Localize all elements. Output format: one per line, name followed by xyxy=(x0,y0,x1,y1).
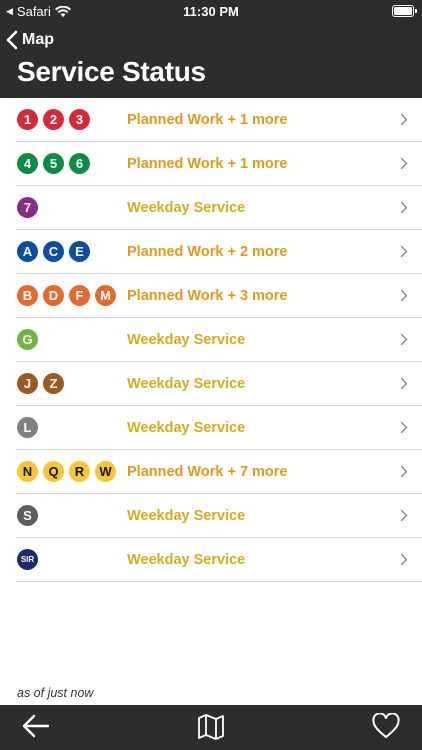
back-arrow-icon xyxy=(22,714,50,738)
chevron-right-icon xyxy=(400,113,408,126)
route-bullet-icon: S xyxy=(17,505,38,526)
chevron-right-icon xyxy=(400,157,408,170)
service-status-text: Weekday Service xyxy=(127,552,246,568)
route-bullets: BDFM xyxy=(17,285,116,306)
back-button-label: Map xyxy=(22,31,54,48)
line-status-row[interactable]: B D F M Planned Work + 3 more xyxy=(17,274,422,318)
line-status-row[interactable]: 7 Weekday Service xyxy=(17,186,422,230)
bottom-toolbar xyxy=(0,705,422,750)
line-status-row[interactable]: L Weekday Service xyxy=(17,406,422,450)
route-bullet-icon: M xyxy=(95,285,116,306)
line-status-row[interactable]: G Weekday Service xyxy=(17,318,422,362)
service-status-text: Weekday Service xyxy=(127,508,246,524)
route-bullet-icon: A xyxy=(17,241,38,262)
route-bullets: 456 xyxy=(17,153,90,174)
route-bullet-icon: N xyxy=(17,461,38,482)
line-status-row[interactable]: S Weekday Service xyxy=(17,494,422,538)
chevron-right-icon xyxy=(400,421,408,434)
route-bullet-icon: W xyxy=(95,461,116,482)
chevron-right-icon xyxy=(400,377,408,390)
route-bullet-icon: 3 xyxy=(69,109,90,130)
route-bullets: S xyxy=(17,505,38,526)
service-status-list: 1 2 3 Planned Work + 1 more 4 5 6 Planned Work … xyxy=(0,98,422,582)
route-bullets: ACE xyxy=(17,241,90,262)
service-status-text: Planned Work + 7 more xyxy=(127,464,288,480)
line-status-row[interactable]: 4 5 6 Planned Work + 1 more xyxy=(17,142,422,186)
service-status-text: Planned Work + 1 more xyxy=(127,156,288,172)
route-bullets: L xyxy=(17,417,38,438)
chevron-right-icon xyxy=(400,289,408,302)
route-bullet-icon: G xyxy=(17,329,38,350)
map-icon xyxy=(198,714,224,740)
heart-icon xyxy=(372,712,400,739)
route-bullets: G xyxy=(17,329,38,350)
chevron-right-icon xyxy=(400,553,408,566)
route-bullet-icon: D xyxy=(43,285,64,306)
chevron-left-icon xyxy=(6,30,18,50)
service-status-text: Weekday Service xyxy=(127,376,246,392)
line-status-row[interactable]: N Q R W Planned Work + 7 more xyxy=(17,450,422,494)
service-status-text: Planned Work + 2 more xyxy=(127,244,288,260)
route-bullet-icon: Z xyxy=(43,373,64,394)
chevron-right-icon xyxy=(400,245,408,258)
route-bullet-icon: R xyxy=(69,461,90,482)
route-bullet-icon: C xyxy=(43,241,64,262)
route-bullets: JZ xyxy=(17,373,64,394)
route-bullet-icon: 5 xyxy=(43,153,64,174)
route-bullet-icon: 7 xyxy=(17,197,38,218)
route-bullet-icon: 6 xyxy=(69,153,90,174)
line-status-row[interactable]: A C E Planned Work + 2 more xyxy=(17,230,422,274)
service-status-text: Weekday Service xyxy=(127,200,246,216)
line-status-row[interactable]: 1 2 3 Planned Work + 1 more xyxy=(17,98,422,142)
back-arrow-button[interactable] xyxy=(22,713,50,744)
route-bullets: 123 xyxy=(17,109,90,130)
route-bullet-icon: J xyxy=(17,373,38,394)
last-updated-text: as of just now xyxy=(17,686,94,700)
route-bullet-icon: F xyxy=(69,285,90,306)
chevron-right-icon xyxy=(400,201,408,214)
service-status-text: Weekday Service xyxy=(127,332,246,348)
service-status-text: Weekday Service xyxy=(127,420,246,436)
favorites-button[interactable] xyxy=(372,712,400,744)
route-bullet-icon: E xyxy=(69,241,90,262)
route-bullet-icon: SIR xyxy=(17,549,38,570)
line-status-row[interactable]: J Z Weekday Service xyxy=(17,362,422,406)
map-button[interactable] xyxy=(197,713,225,746)
route-bullet-icon: L xyxy=(17,417,38,438)
route-bullets: 7 xyxy=(17,197,38,218)
route-bullet-icon: 1 xyxy=(17,109,38,130)
battery-icon xyxy=(392,5,417,17)
chevron-right-icon xyxy=(400,509,408,522)
chevron-right-icon xyxy=(400,333,408,346)
route-bullet-icon: 2 xyxy=(43,109,64,130)
route-bullet-icon: Q xyxy=(43,461,64,482)
page-title: Service Status xyxy=(17,56,206,87)
line-status-row[interactable]: SIR Weekday Service xyxy=(17,538,422,582)
route-bullet-icon: B xyxy=(17,285,38,306)
chevron-right-icon xyxy=(400,465,408,478)
service-status-text: Planned Work + 1 more xyxy=(127,112,288,128)
status-bar: ◀ Safari 11:30 PM xyxy=(0,0,422,24)
back-button[interactable]: Map xyxy=(6,30,54,50)
route-bullets: NQRW xyxy=(17,461,116,482)
service-status-text: Planned Work + 3 more xyxy=(127,288,288,304)
navigation-header: ◀ Safari 11:30 PM Map Service Status xyxy=(0,0,422,98)
route-bullets: SIR xyxy=(17,549,38,570)
clock: 11:30 PM xyxy=(183,4,239,19)
route-bullet-icon: 4 xyxy=(17,153,38,174)
